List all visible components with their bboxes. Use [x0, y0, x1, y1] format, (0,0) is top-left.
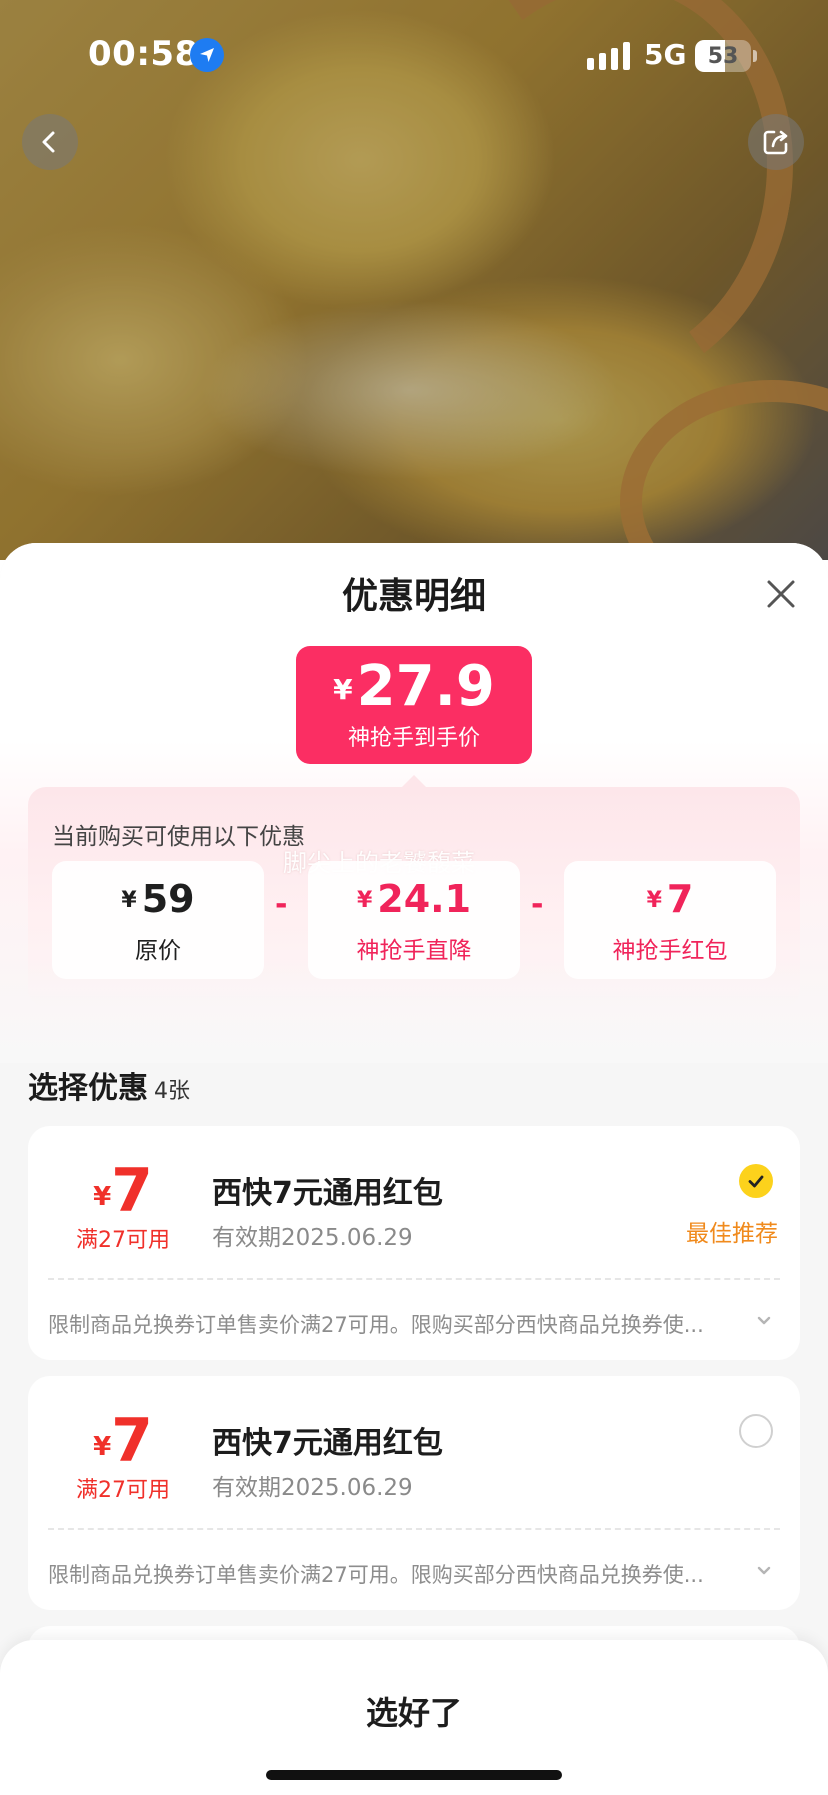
original-price-value: 59: [141, 877, 195, 921]
coupon-amount: 7: [111, 1156, 153, 1226]
original-price-label: 原价: [135, 938, 181, 964]
direct-discount-card: ¥24.1 神抢手直降: [308, 861, 520, 979]
dashed-divider: [48, 1278, 780, 1280]
final-price-badge: ¥27.9 神抢手到手价: [296, 646, 532, 764]
coupon-currency: ¥: [93, 1432, 112, 1462]
direct-discount-label: 神抢手直降: [356, 938, 472, 964]
direct-discount-currency: ¥: [356, 888, 373, 913]
battery-level: 53: [707, 43, 739, 69]
red-packet-value: 7: [666, 877, 694, 921]
coupon-value: ¥7: [48, 1406, 198, 1476]
coupon-select-radio[interactable]: [739, 1164, 773, 1198]
coupon-card[interactable]: ¥7 满27可用 西快7元通用红包 有效期2025.06.29 限制商品兑换券订…: [28, 1376, 800, 1610]
checkmark-icon: [748, 1175, 764, 1188]
red-packet-label: 神抢手红包: [612, 938, 728, 964]
select-discount-heading: 选择优惠 4张: [28, 1063, 190, 1107]
red-packet-card: ¥7 神抢手红包: [564, 861, 776, 979]
final-price-caption: 神抢手到手价: [347, 726, 480, 751]
sheet-title: 优惠明细: [341, 576, 486, 617]
coupon-card[interactable]: ¥7 满27可用 西快7元通用红包 有效期2025.06.29 最佳推荐 限制商…: [28, 1126, 800, 1360]
discount-detail-sheet: 优惠明细 ¥27.9 神抢手到手价 当前购买可使用以下优惠 脚尖上的老饕馥菜 ¥…: [0, 543, 828, 1795]
close-icon[interactable]: [760, 573, 802, 615]
coupon-description: 限制商品兑换券订单售卖价满27可用。限购买部分西快商品兑换券使...: [48, 1563, 704, 1587]
coupon-expiry: 有效期2025.06.29: [212, 1225, 413, 1251]
back-icon: [42, 131, 55, 153]
final-price-value: 27.9: [356, 654, 495, 719]
back-button[interactable]: [22, 114, 78, 170]
home-indicator: [266, 1770, 562, 1780]
minus-operator: -: [275, 887, 288, 922]
share-button[interactable]: [748, 114, 804, 170]
coupon-condition: 满27可用: [76, 1228, 170, 1253]
signal-icon: [587, 42, 630, 70]
direct-discount-value: 24.1: [377, 877, 472, 921]
section-title-text: 选择优惠: [28, 1071, 148, 1106]
final-price-currency: ¥: [333, 673, 353, 706]
chevron-down-icon[interactable]: [754, 1560, 774, 1580]
original-price-card: ¥59 原价: [52, 861, 264, 979]
price-breakdown: 当前购买可使用以下优惠 脚尖上的老饕馥菜 ¥59 原价 - ¥24.1 神抢手直…: [28, 787, 800, 1007]
coupon-value: ¥7: [48, 1156, 198, 1226]
coupon-amount: 7: [111, 1406, 153, 1476]
red-packet-currency: ¥: [646, 888, 662, 913]
coupon-select-radio[interactable]: [739, 1414, 773, 1448]
chevron-down-icon[interactable]: [754, 1310, 774, 1330]
dashed-divider: [48, 1528, 780, 1530]
badge-pointer: [402, 775, 426, 787]
status-bar: 00:58 5G 53: [0, 0, 828, 112]
best-recommend-tag: 最佳推荐: [686, 1221, 778, 1247]
coupon-description: 限制商品兑换券订单售卖价满27可用。限购买部分西快商品兑换券使...: [48, 1313, 704, 1337]
breakdown-title: 当前购买可使用以下优惠: [52, 824, 305, 850]
coupon-title: 西快7元通用红包: [212, 1176, 443, 1211]
minus-operator: -: [531, 887, 544, 922]
coupon-count: 4张: [154, 1079, 190, 1104]
coupon-title: 西快7元通用红包: [212, 1426, 443, 1461]
original-price-currency: ¥: [121, 888, 137, 913]
coupon-expiry: 有效期2025.06.29: [212, 1475, 413, 1501]
status-time: 00:58: [88, 34, 199, 74]
network-type: 5G: [644, 38, 687, 71]
location-arrow-icon: [190, 38, 224, 72]
share-icon: [763, 130, 788, 155]
coupon-currency: ¥: [93, 1182, 112, 1212]
confirm-button[interactable]: 选好了: [0, 1688, 828, 1734]
final-price-amount: ¥27.9: [296, 654, 532, 719]
battery-icon: 53: [695, 40, 751, 72]
battery-cap: [753, 50, 757, 62]
coupon-condition: 满27可用: [76, 1478, 170, 1503]
